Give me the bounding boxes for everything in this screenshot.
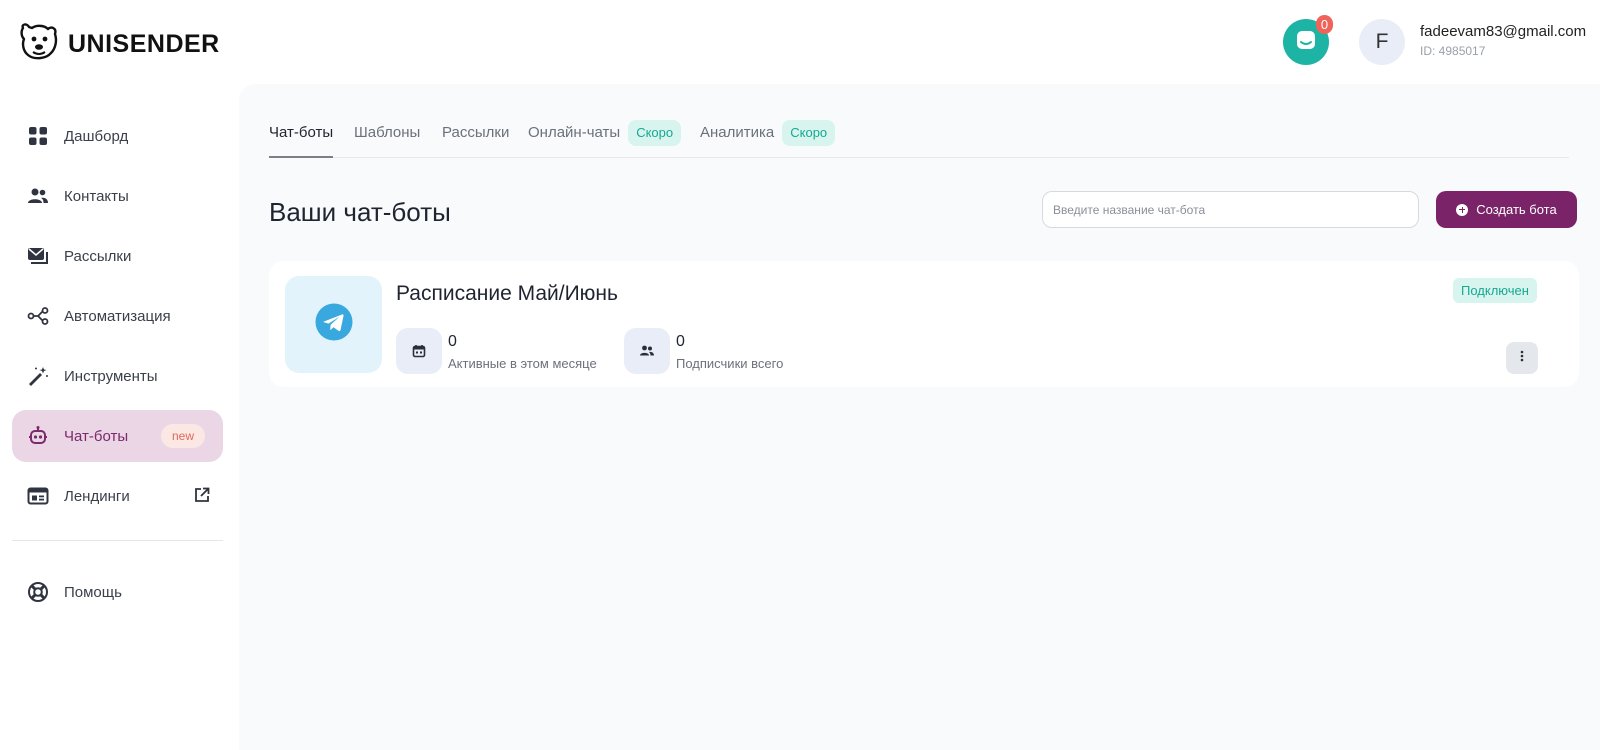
avatar[interactable]: F <box>1359 19 1405 65</box>
dog-logo-icon <box>18 22 60 67</box>
robot-icon <box>26 424 50 448</box>
calendar-icon <box>396 328 442 374</box>
tab-label: Рассылки <box>442 124 510 141</box>
sidebar-item-label: Контакты <box>64 187 129 205</box>
external-link-icon <box>193 486 211 509</box>
tab-online-chats[interactable]: Онлайн-чаты Скоро <box>528 120 682 158</box>
plus-circle-icon <box>1456 203 1469 216</box>
sidebar-item-help[interactable]: Помощь <box>12 566 223 618</box>
brand-name: UNISENDER <box>68 30 220 58</box>
magic-wand-icon <box>26 364 50 388</box>
bot-card[interactable]: Расписание Май/Июнь 0 Активные в этом ме… <box>269 261 1579 387</box>
more-vertical-icon <box>1520 349 1524 367</box>
soon-badge: Скоро <box>782 120 836 146</box>
users-icon <box>624 328 670 374</box>
tabs: Чат-боты Шаблоны Рассылки Онлайн-чаты Ск… <box>269 120 1569 158</box>
landing-page-icon <box>26 484 50 508</box>
user-email[interactable]: fadeevam83@gmail.com <box>1420 23 1586 40</box>
tab-label: Онлайн-чаты <box>528 124 621 141</box>
stat-active-month: 0 Активные в этом месяце <box>396 328 606 374</box>
sidebar-item-label: Инструменты <box>64 367 158 385</box>
sidebar-item-label: Автоматизация <box>64 307 171 325</box>
tab-label: Чат-боты <box>269 124 334 141</box>
bot-platform-logo <box>285 276 382 373</box>
sidebar-item-campaigns[interactable]: Рассылки <box>12 230 223 282</box>
stat-label: Подписчики всего <box>676 356 784 371</box>
sidebar-item-label: Лендинги <box>64 487 130 505</box>
sidebar-item-automation[interactable]: Автоматизация <box>12 290 223 342</box>
create-bot-label: Создать бота <box>1476 202 1557 217</box>
telegram-icon <box>315 303 353 346</box>
sidebar-item-label: Помощь <box>64 583 122 601</box>
share-nodes-icon <box>26 304 50 328</box>
sidebar-item-chatbots[interactable]: Чат-боты new <box>12 410 223 462</box>
chat-icon <box>1295 29 1317 56</box>
sidebar-divider <box>12 540 223 541</box>
soon-badge: Скоро <box>628 120 682 146</box>
sidebar-item-contacts[interactable]: Контакты <box>12 170 223 222</box>
sidebar-item-label: Чат-боты <box>64 427 129 445</box>
grid-icon <box>26 124 50 148</box>
tab-label: Шаблоны <box>354 124 421 141</box>
create-bot-button[interactable]: Создать бота <box>1436 191 1577 228</box>
sidebar-item-tools[interactable]: Инструменты <box>12 350 223 402</box>
chat-count-badge: 0 <box>1316 15 1333 34</box>
lifebuoy-icon <box>26 580 50 604</box>
page-title: Ваши чат-боты <box>269 197 451 227</box>
stat-value: 0 <box>448 333 457 350</box>
brand-logo[interactable]: UNISENDER <box>18 22 220 67</box>
sidebar-item-landings[interactable]: Лендинги <box>12 470 223 522</box>
stat-label: Активные в этом месяце <box>448 356 597 371</box>
tab-label: Аналитика <box>700 124 775 141</box>
tab-templates[interactable]: Шаблоны <box>354 120 420 158</box>
sidebar-item-label: Дашборд <box>64 127 129 145</box>
tab-chatbots[interactable]: Чат-боты <box>269 120 334 158</box>
tab-campaigns[interactable]: Рассылки <box>442 120 509 158</box>
mail-icon <box>26 244 50 268</box>
new-badge: new <box>161 424 206 448</box>
stat-value: 0 <box>676 333 685 350</box>
sidebar-item-dashboard[interactable]: Дашборд <box>12 110 223 162</box>
users-icon <box>26 184 50 208</box>
search-input[interactable] <box>1042 191 1419 228</box>
user-id: ID: 4985017 <box>1420 44 1486 58</box>
status-badge: Подключен <box>1453 278 1537 303</box>
bot-name[interactable]: Расписание Май/Июнь <box>396 282 618 306</box>
main-content: Чат-боты Шаблоны Рассылки Онлайн-чаты Ск… <box>239 84 1600 750</box>
more-options-button[interactable] <box>1506 342 1538 374</box>
tab-analytics[interactable]: Аналитика Скоро <box>700 120 836 158</box>
sidebar: Дашборд Контакты Рассылки Автоматизация … <box>12 110 223 626</box>
stat-subscribers-total: 0 Подписчики всего <box>624 328 824 374</box>
sidebar-item-label: Рассылки <box>64 247 132 265</box>
